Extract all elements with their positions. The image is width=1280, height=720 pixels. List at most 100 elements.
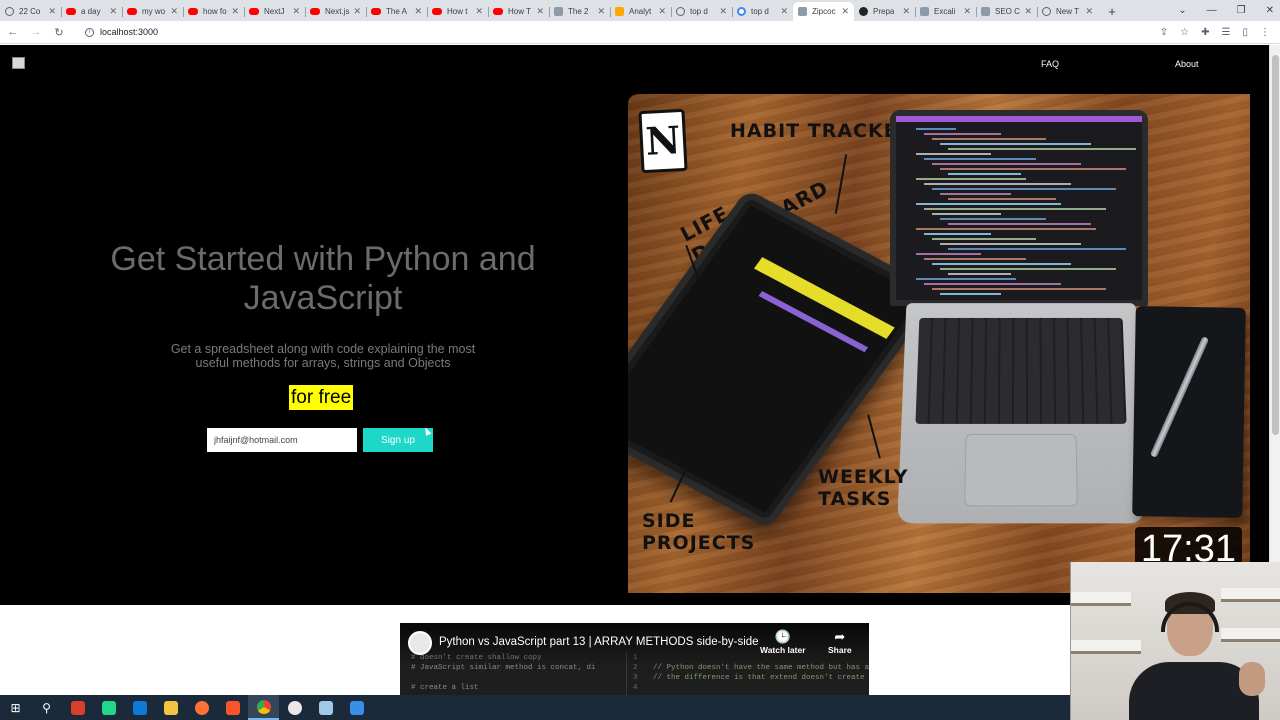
tab-title: Next.js: [325, 7, 350, 16]
tab-close-icon[interactable]: ✕: [658, 6, 666, 17]
windows-start-icon[interactable]: ⊞: [0, 695, 31, 720]
webcam-overlay: [1070, 562, 1280, 720]
extensions-icon[interactable]: ✚: [1201, 27, 1209, 38]
tab-close-icon[interactable]: ✕: [719, 6, 727, 17]
tab-title: top d: [690, 7, 708, 16]
signup-button[interactable]: Sign up: [363, 428, 433, 452]
video-title[interactable]: Python vs JavaScript part 13 | ARRAY MET…: [439, 636, 761, 648]
minimize-icon[interactable]: —: [1207, 5, 1217, 16]
tab-close-icon[interactable]: ✕: [536, 6, 544, 17]
browser-tab[interactable]: Analyt ✕: [610, 2, 671, 21]
reload-icon[interactable]: ↻: [49, 26, 69, 39]
tab-close-icon[interactable]: ✕: [109, 6, 117, 17]
email-input[interactable]: [207, 428, 357, 452]
side-panel-icon[interactable]: ▯: [1242, 27, 1248, 38]
browser-tab[interactable]: top d ✕: [732, 2, 793, 21]
browser-tab[interactable]: Prepa ✕: [854, 2, 915, 21]
taskbar-app-icon[interactable]: [279, 695, 310, 720]
nav-link-faq[interactable]: FAQ: [1041, 59, 1059, 69]
tab-close-icon[interactable]: ✕: [48, 6, 56, 17]
browser-tab[interactable]: How t ✕: [427, 2, 488, 21]
browser-tab[interactable]: how fo ✕: [183, 2, 244, 21]
code-line: [948, 273, 1011, 275]
person-hand: [1239, 662, 1265, 696]
code-line: [940, 218, 1046, 220]
tab-close-icon[interactable]: ✕: [1024, 6, 1032, 17]
firefox-icon[interactable]: [186, 695, 217, 720]
vscode-icon[interactable]: [124, 695, 155, 720]
new-tab-button[interactable]: +: [1102, 2, 1122, 21]
youtube-icon: [371, 8, 381, 15]
browser-tab[interactable]: NextJ ✕: [244, 2, 305, 21]
browser-tab[interactable]: Excali ✕: [915, 2, 976, 21]
taskbar-search-icon[interactable]: ⚲: [31, 695, 62, 720]
tab-close-icon[interactable]: ✕: [902, 6, 910, 17]
tab-title: a day: [81, 7, 101, 16]
tab-close-icon[interactable]: ✕: [597, 6, 605, 17]
url-text: localhost:3000: [100, 27, 159, 37]
tab-title: top d: [751, 7, 769, 16]
bookmark-star-icon[interactable]: ☆: [1180, 27, 1189, 38]
back-icon[interactable]: ←: [3, 26, 23, 38]
site-logo-icon[interactable]: [12, 57, 25, 69]
taskbar-app-icon[interactable]: [310, 695, 341, 720]
nav-link-about[interactable]: About: [1175, 59, 1199, 69]
taskbar-app-icon[interactable]: [62, 695, 93, 720]
tab-close-icon[interactable]: ✕: [841, 6, 849, 17]
site-info-icon[interactable]: i: [85, 27, 94, 37]
share-page-icon[interactable]: ⇪: [1160, 27, 1168, 38]
browser-tab[interactable]: Zipcoc ✕: [793, 2, 854, 21]
address-bar[interactable]: i localhost:3000: [77, 23, 1117, 42]
tab-close-icon[interactable]: ✕: [780, 6, 788, 17]
tab-close-icon[interactable]: ✕: [1085, 6, 1093, 17]
chrome-icon[interactable]: [248, 695, 279, 720]
browser-tab[interactable]: SEO C ✕: [976, 2, 1037, 21]
page-icon: [798, 7, 807, 16]
tab-close-icon[interactable]: ✕: [292, 6, 300, 17]
photos-icon[interactable]: [341, 695, 372, 720]
browser-tab[interactable]: my wo ✕: [122, 2, 183, 21]
window-controls: ⌄ — ❐ ✕: [1178, 0, 1274, 21]
tab-title: NextJ: [264, 7, 285, 16]
label-habit-tracker: HABIT TRACKER: [730, 120, 914, 142]
code-line: [916, 153, 991, 155]
browser-tab[interactable]: The 2 ✕: [549, 2, 610, 21]
browser-tab[interactable]: How T ✕: [488, 2, 549, 21]
tab-close-icon[interactable]: ✕: [475, 6, 483, 17]
browser-tab[interactable]: a day ✕: [61, 2, 122, 21]
restore-icon[interactable]: ❐: [1237, 5, 1246, 16]
reading-list-icon[interactable]: ☰: [1222, 27, 1231, 38]
tab-close-icon[interactable]: ✕: [963, 6, 971, 17]
tab-close-icon[interactable]: ✕: [353, 6, 361, 17]
share-button[interactable]: ➦ Share: [828, 629, 852, 655]
youtube-icon: [127, 8, 137, 15]
channel-avatar[interactable]: [408, 631, 432, 655]
forward-icon[interactable]: →: [26, 26, 46, 38]
tab-search-icon[interactable]: ⌄: [1178, 5, 1186, 16]
windows-taskbar: ⊞ ⚲: [0, 695, 1070, 720]
browser-tab[interactable]: Next.js ✕: [305, 2, 366, 21]
code-line: [932, 263, 1071, 265]
file-explorer-icon[interactable]: [155, 695, 186, 720]
browser-tab[interactable]: top d ✕: [671, 2, 732, 21]
page-icon: [981, 7, 990, 16]
pycharm-icon[interactable]: [93, 695, 124, 720]
tab-title: The 2: [568, 7, 589, 16]
tab-close-icon[interactable]: ✕: [170, 6, 178, 17]
tab-close-icon[interactable]: ✕: [231, 6, 239, 17]
menu-kebab-icon[interactable]: ⋮: [1260, 27, 1270, 38]
code-line: [932, 288, 1106, 290]
watch-later-button[interactable]: 🕒 Watch later: [760, 629, 806, 655]
youtube-embed[interactable]: # doesn't create shallow copy # JavaScri…: [400, 623, 869, 695]
tab-close-icon[interactable]: ✕: [414, 6, 422, 17]
browser-tab[interactable]: New T ✕: [1037, 2, 1098, 21]
video-thumbnail[interactable]: N HABIT TRACKER LIFE DASHBOARD WEEKLY TA…: [628, 94, 1250, 593]
browser-tab[interactable]: The A ✕: [366, 2, 427, 21]
browser-tab[interactable]: 22 Co ✕: [0, 2, 61, 21]
brave-icon[interactable]: [217, 695, 248, 720]
tab-title: Zipcoc: [812, 7, 836, 16]
close-window-icon[interactable]: ✕: [1266, 5, 1274, 16]
hero-title: Get Started with Python and JavaScript: [110, 240, 536, 317]
globe-icon: [1042, 7, 1051, 16]
scrollbar-thumb[interactable]: [1272, 55, 1279, 435]
